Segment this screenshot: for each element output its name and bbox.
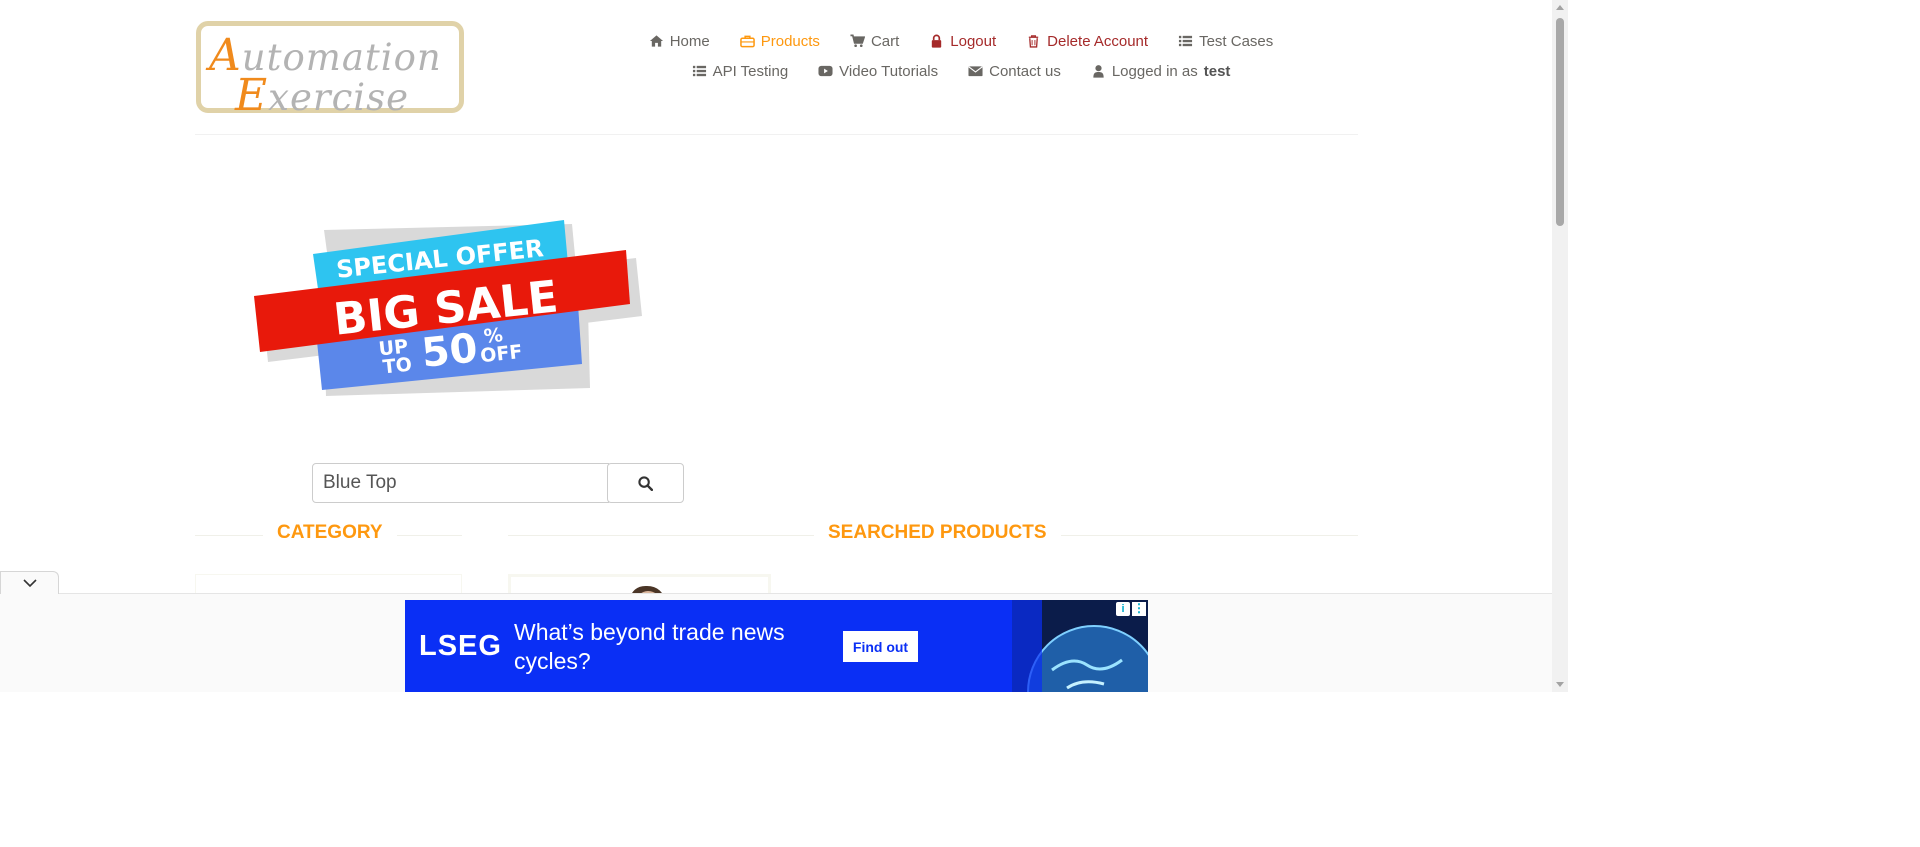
logo-initial-e: E: [235, 70, 269, 121]
nav-api-testing[interactable]: API Testing: [677, 60, 804, 82]
search-input[interactable]: [312, 463, 609, 503]
search-icon: [638, 475, 653, 491]
header-divider: [195, 134, 1358, 135]
nav-logout-label: Logout: [950, 32, 997, 50]
nav-video-tutorials-label: Video Tutorials: [839, 62, 939, 80]
nav-cart[interactable]: Cart: [835, 30, 914, 52]
main-nav: Home Products Cart Logout Delete Account…: [581, 30, 1341, 82]
ad-menu-icon[interactable]: ⋮: [1132, 602, 1146, 616]
page: Automation Exercise Home Products Cart L…: [0, 0, 1568, 692]
category-title: CATEGORY: [263, 522, 397, 544]
banner-off-text: OFF: [479, 341, 523, 367]
ad-brand: LSEG: [419, 630, 502, 662]
nav-products[interactable]: Products: [725, 30, 835, 52]
nav-logged-in-status[interactable]: Logged in as test: [1076, 60, 1246, 82]
scroll-up-arrow-icon[interactable]: [1556, 5, 1564, 10]
logged-in-label: Logged in as: [1111, 62, 1198, 80]
nav-contact-us[interactable]: Contact us: [953, 60, 1076, 82]
nav-logout[interactable]: Logout: [914, 30, 1011, 52]
home-icon: [649, 35, 663, 47]
ad-headline: What’s beyond trade news cycles?: [514, 619, 785, 674]
nav-contact-us-label: Contact us: [989, 62, 1061, 80]
chevron-down-icon: [22, 579, 37, 588]
nav-test-cases-label: Test Cases: [1199, 32, 1274, 50]
user-icon: [1093, 65, 1104, 78]
page-scrollbar[interactable]: [1552, 0, 1568, 692]
ad-find-out-button[interactable]: Find out: [843, 631, 918, 662]
briefcase-icon: [739, 35, 755, 48]
nav-api-testing-label: API Testing: [712, 62, 789, 80]
site-logo[interactable]: Automation Exercise: [196, 21, 464, 121]
banner-to-text: TO: [382, 354, 413, 379]
nav-cart-label: Cart: [870, 32, 900, 50]
envelope-icon: [968, 66, 983, 77]
nav-test-cases[interactable]: Test Cases: [1163, 30, 1288, 52]
nav-home[interactable]: Home: [634, 30, 725, 52]
lock-icon: [932, 34, 942, 48]
list-icon: [692, 65, 706, 77]
search-button[interactable]: [607, 463, 684, 503]
ad-collapse-toggle[interactable]: [0, 571, 59, 594]
advertisement[interactable]: LSEG What’s beyond trade news cycles? Fi…: [405, 600, 1148, 692]
logo-line-2: Exercise: [235, 70, 409, 121]
youtube-icon: [818, 65, 833, 77]
ad-info-icon[interactable]: i: [1116, 602, 1130, 616]
trash-icon: [1028, 35, 1039, 48]
nav-delete-account[interactable]: Delete Account: [1011, 30, 1163, 52]
nav-video-tutorials[interactable]: Video Tutorials: [803, 60, 953, 82]
logged-in-username: test: [1203, 62, 1231, 80]
sale-banner: SPECIAL OFFER UP TO 50 % OFF BIG SALE: [254, 220, 642, 396]
nav-delete-account-label: Delete Account: [1047, 32, 1149, 50]
scroll-down-arrow-icon[interactable]: [1556, 682, 1564, 687]
scroll-thumb[interactable]: [1556, 18, 1564, 226]
list-icon: [1179, 35, 1193, 47]
cart-icon: [850, 34, 865, 47]
searched-products-title: SEARCHED PRODUCTS: [814, 522, 1061, 544]
nav-products-label: Products: [760, 32, 820, 50]
nav-home-label: Home: [669, 32, 710, 50]
logo-word-2: xercise: [268, 76, 410, 119]
